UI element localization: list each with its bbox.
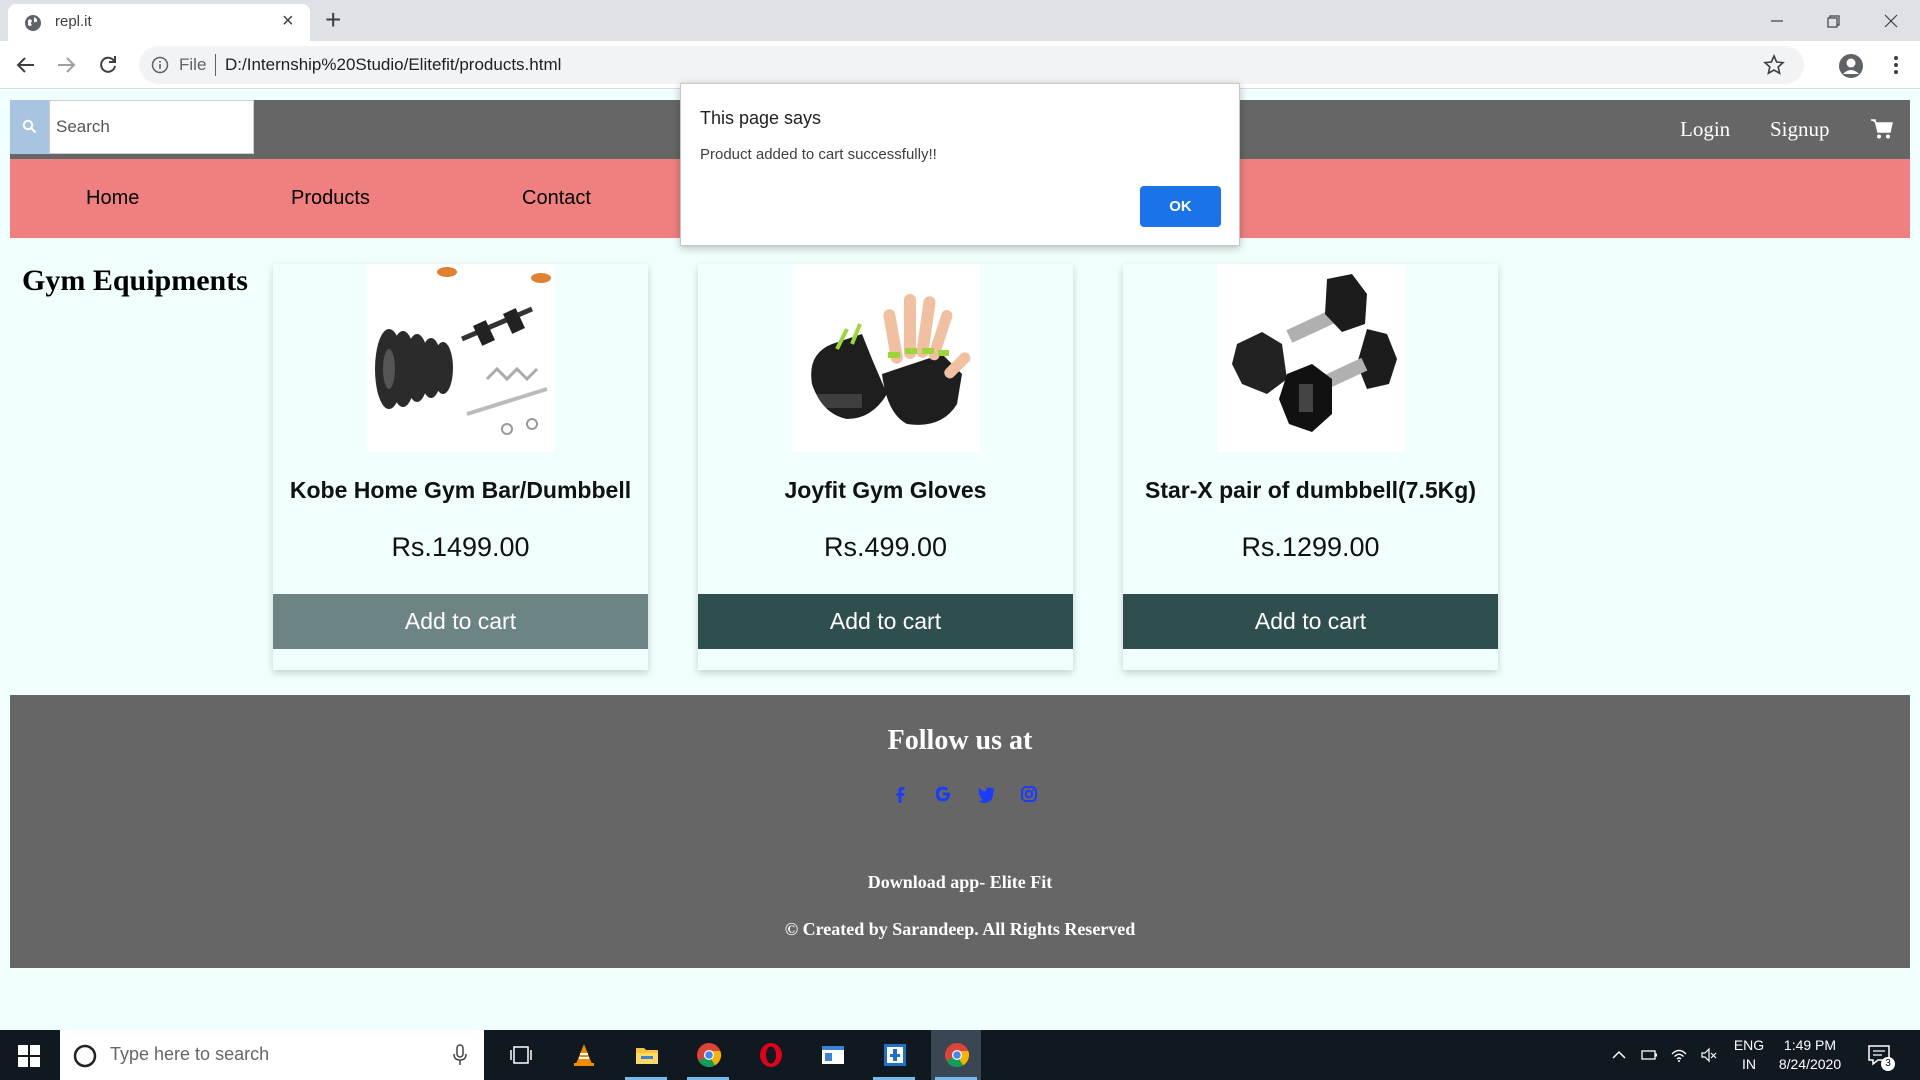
address-scheme-label: File xyxy=(179,55,207,74)
microphone-icon[interactable] xyxy=(452,1044,468,1066)
product-card: Kobe Home Gym Bar/Dumbbell Rs.1499.00 Ad… xyxy=(273,264,648,670)
volume-muted-icon[interactable] xyxy=(1700,1046,1718,1064)
cortana-icon xyxy=(73,1044,97,1068)
taskbar-search-placeholder: Type here to search xyxy=(110,1044,270,1064)
windows-taskbar: Type here to search ENG IN 1:49 PM 8/24/… xyxy=(0,1030,1920,1080)
task-view-button[interactable] xyxy=(495,1030,545,1080)
social-links xyxy=(10,783,1910,807)
nav-products-link[interactable]: Products xyxy=(291,187,370,210)
product-price: Rs.1499.00 xyxy=(391,532,530,562)
product-image-hex-dumbbells[interactable] xyxy=(1217,264,1405,452)
info-icon[interactable] xyxy=(151,56,169,74)
window-close-icon[interactable] xyxy=(1876,6,1906,36)
vlc-icon xyxy=(574,1044,594,1066)
taskbar-store[interactable] xyxy=(807,1030,857,1080)
window-app-icon xyxy=(822,1046,844,1064)
product-card: Joyfit Gym Gloves Rs.499.00 Add to cart xyxy=(698,264,1073,670)
globe-icon xyxy=(25,15,41,31)
alert-dialog: This page says Product added to cart suc… xyxy=(680,83,1240,246)
footer: Follow us at Download app- Elite Fit © C… xyxy=(10,695,1910,968)
nav-contact-link[interactable]: Contact xyxy=(522,187,591,210)
login-link[interactable]: Login xyxy=(1680,117,1730,142)
bookmark-star-icon[interactable] xyxy=(1763,54,1785,76)
product-image-dumbbell-set[interactable] xyxy=(367,264,555,452)
product-price: Rs.499.00 xyxy=(823,532,948,562)
forward-arrow-icon[interactable] xyxy=(54,53,78,77)
search-icon xyxy=(22,119,37,134)
minimize-icon[interactable] xyxy=(1762,6,1792,36)
alert-message: Product added to cart successfully!! xyxy=(700,146,937,163)
alert-ok-button[interactable]: OK xyxy=(1140,186,1221,227)
reload-icon[interactable] xyxy=(96,53,120,77)
profile-avatar-icon[interactable] xyxy=(1838,53,1864,79)
taskbar-chrome[interactable] xyxy=(683,1030,733,1080)
file-explorer-icon xyxy=(636,1048,658,1064)
section-title: Gym Equipments xyxy=(22,264,248,297)
browser-tab[interactable]: repl.it × xyxy=(8,4,310,41)
browser-tab-strip: repl.it × + xyxy=(0,0,1920,41)
bracket-app-icon xyxy=(884,1044,906,1066)
cart-icon[interactable] xyxy=(1870,117,1894,141)
windows-start-icon[interactable] xyxy=(18,1045,40,1067)
taskbar-search-box[interactable]: Type here to search xyxy=(60,1030,484,1080)
signup-link[interactable]: Signup xyxy=(1770,117,1830,142)
language-indicator[interactable]: ENG IN xyxy=(1732,1036,1766,1074)
back-arrow-icon[interactable] xyxy=(14,53,38,77)
taskbar-opera[interactable] xyxy=(745,1030,795,1080)
clock-time: 1:49 PM xyxy=(1783,1037,1837,1053)
instagram-icon[interactable] xyxy=(1018,783,1040,805)
add-to-cart-button[interactable]: Add to cart xyxy=(698,594,1073,649)
facebook-icon[interactable] xyxy=(889,783,911,805)
chrome-icon xyxy=(697,1043,722,1068)
twitter-icon[interactable] xyxy=(975,783,997,805)
product-name: Star-X pair of dumbbell(7.5Kg) xyxy=(1145,477,1476,503)
address-bar[interactable]: File D:/Internship%20Studio/Elitefit/pro… xyxy=(139,46,1804,84)
product-name: Joyfit Gym Gloves xyxy=(784,477,987,503)
search-button[interactable] xyxy=(10,100,50,154)
product-name: Kobe Home Gym Bar/Dumbbell xyxy=(289,477,632,503)
clock-date: 8/24/2020 xyxy=(1778,1056,1842,1072)
notification-count-badge: 3 xyxy=(1881,1057,1895,1071)
search-input[interactable] xyxy=(49,100,254,154)
google-icon[interactable] xyxy=(932,783,954,805)
browser-toolbar: File D:/Internship%20Studio/Elitefit/pro… xyxy=(0,41,1920,89)
browser-menu-icon[interactable] xyxy=(1884,53,1908,77)
address-url[interactable]: D:/Internship%20Studio/Elitefit/products… xyxy=(225,55,561,75)
battery-icon[interactable] xyxy=(1640,1046,1658,1064)
tab-title: repl.it xyxy=(55,13,92,30)
tab-close-icon[interactable]: × xyxy=(282,11,294,31)
add-to-cart-button[interactable]: Add to cart xyxy=(273,594,648,649)
taskbar-vlc[interactable] xyxy=(558,1030,608,1080)
opera-icon xyxy=(760,1043,782,1067)
product-image-gym-gloves[interactable] xyxy=(792,264,980,452)
chrome-icon xyxy=(945,1043,970,1068)
alert-title: This page says xyxy=(700,108,822,128)
product-card: Star-X pair of dumbbell(7.5Kg) Rs.1299.0… xyxy=(1123,264,1498,670)
task-view-icon xyxy=(510,1046,532,1064)
system-clock[interactable]: 1:49 PM 8/24/2020 xyxy=(1774,1036,1846,1074)
add-to-cart-button[interactable]: Add to cart xyxy=(1123,594,1498,649)
language-code: ENG xyxy=(1733,1037,1765,1053)
chevron-up-icon[interactable] xyxy=(1610,1046,1628,1064)
taskbar-file-explorer[interactable] xyxy=(621,1030,671,1080)
taskbar-chrome-active[interactable] xyxy=(931,1030,981,1080)
copyright-text: © Created by Sarandeep. All Rights Reser… xyxy=(784,919,1136,939)
nav-home-link[interactable]: Home xyxy=(86,187,139,210)
follow-heading: Follow us at xyxy=(887,725,1033,756)
new-tab-button[interactable]: + xyxy=(325,5,341,35)
restore-icon[interactable] xyxy=(1818,6,1848,36)
wifi-icon[interactable] xyxy=(1670,1046,1688,1064)
download-app-text: Download app- Elite Fit xyxy=(867,872,1053,892)
product-price: Rs.1299.00 xyxy=(1241,532,1380,562)
language-region: IN xyxy=(1742,1056,1756,1072)
taskbar-replit[interactable] xyxy=(869,1030,919,1080)
address-separator xyxy=(215,54,216,76)
